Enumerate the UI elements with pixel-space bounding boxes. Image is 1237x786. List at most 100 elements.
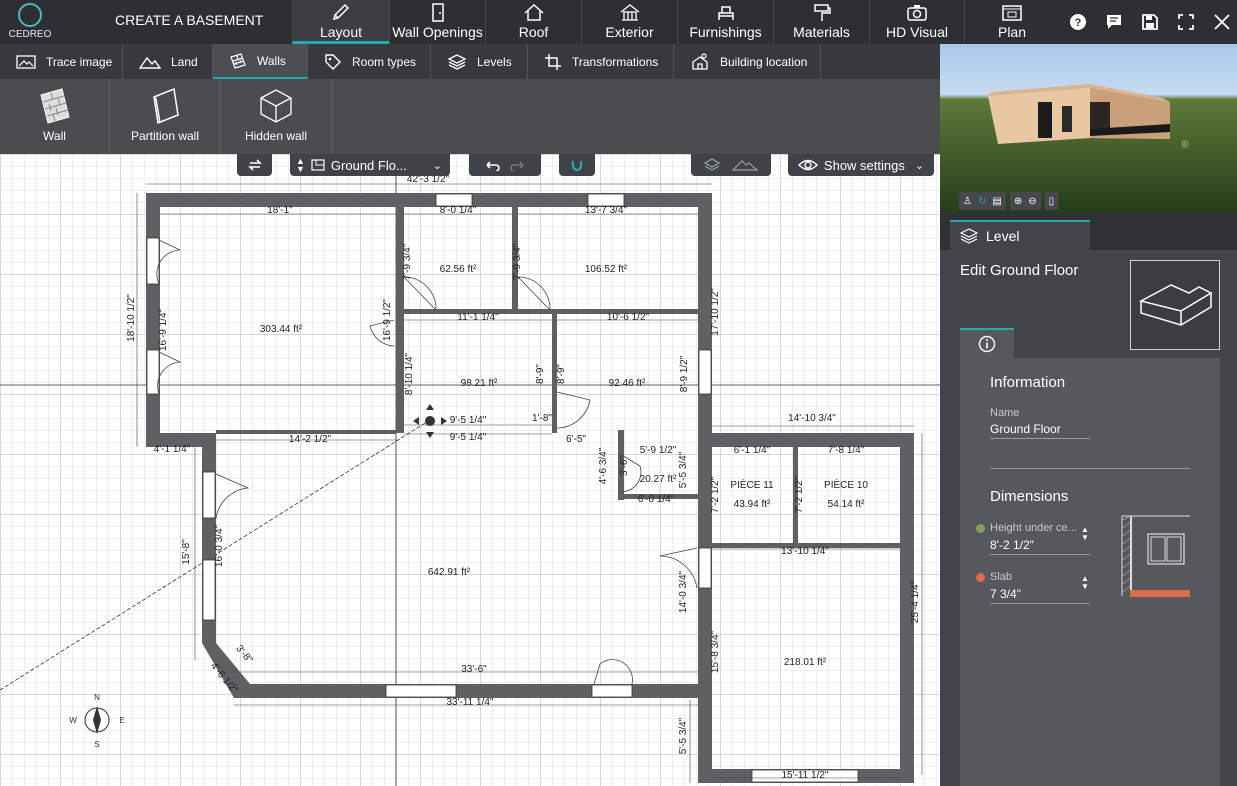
tab-information[interactable]	[960, 328, 1014, 358]
zoom-in-icon[interactable]: ⊕	[1014, 196, 1022, 207]
slab-field[interactable]: 7 3/4"	[990, 587, 1090, 604]
fullscreen-icon[interactable]	[1175, 11, 1197, 33]
subtab-label: Trace image	[46, 54, 113, 69]
floor-plan[interactable]: 42'-3 1/2" 18'-1" 8'-0 1/4" 13'-7 3/4" 1…	[0, 154, 940, 786]
dim-label: 17'-10 1/2"	[710, 288, 721, 336]
dim-label: 8'-9"	[556, 364, 567, 384]
door-swings	[156, 239, 698, 685]
tool-partition-wall[interactable]: Partition wall	[110, 79, 221, 154]
cedreo-logo[interactable]: CEDREO	[8, 3, 52, 43]
subtab-land[interactable]: Land	[123, 44, 213, 79]
house-3d-render	[988, 84, 1189, 148]
divider	[990, 468, 1190, 469]
close-icon[interactable]	[1211, 11, 1233, 33]
compass-icon: N S E W	[69, 693, 124, 749]
dim-label: 10'-6 1/2"	[607, 312, 650, 323]
tool-wall[interactable]: Wall	[0, 79, 110, 154]
subtab-building-location[interactable]: Building location	[674, 44, 821, 79]
tab-layout[interactable]: Layout	[292, 0, 389, 44]
dim-label: 1'-8"	[532, 413, 552, 424]
project-title: CREATE A BASEMENT	[115, 12, 264, 28]
tab-level[interactable]: Level	[950, 220, 1090, 250]
level-properties-panel: Level Edit Ground Floor Information Name…	[940, 212, 1237, 786]
subtab-room-types[interactable]: Room types	[308, 44, 431, 79]
tab-roof[interactable]: Roof	[485, 0, 581, 44]
show-settings-button[interactable]: Show settings ⌄	[788, 154, 934, 176]
save-icon[interactable]	[1139, 11, 1161, 33]
level-shape-icon	[1138, 284, 1213, 327]
roof-icon	[524, 3, 543, 21]
dim-label: 15'-8 3/4"	[710, 630, 721, 673]
level-select[interactable]: ▲ ▼ Ground Flo... ⌄	[290, 154, 450, 176]
tab-materials[interactable]: Materials	[773, 0, 869, 44]
room-name: PIÈCE 10	[824, 478, 868, 491]
level-thumbnail	[1130, 260, 1220, 350]
dim-label: 8'-0 1/4"	[440, 205, 477, 216]
magnet-button[interactable]	[559, 154, 595, 176]
undo-redo-group	[469, 154, 541, 176]
area-label: 218.01 ft²	[784, 657, 827, 668]
dim-label: 3'-6"	[619, 456, 630, 476]
show-settings-label: Show settings	[823, 157, 905, 173]
door-icon	[431, 3, 444, 22]
tab-hd-visual[interactable]: HD Visual	[869, 0, 964, 44]
height-field[interactable]: 8'-2 1/2"	[990, 538, 1090, 555]
top-bar: CEDREO CREATE A BASEMENT Layout Wall Ope…	[0, 0, 1237, 44]
help-icon[interactable]: ?	[1067, 11, 1089, 33]
brick-wall-icon	[39, 88, 70, 124]
mouse-icon[interactable]: ▯	[1049, 196, 1055, 207]
view-mode-group	[691, 154, 771, 176]
plan-canvas[interactable]: 42'-3 1/2" 18'-1" 8'-0 1/4" 13'-7 3/4" 1…	[0, 154, 940, 786]
name-field[interactable]: Ground Floor	[990, 422, 1090, 439]
area-label: 62.56 ft²	[440, 264, 477, 275]
tab-label: Materials	[793, 24, 850, 40]
tab-label: Layout	[319, 24, 363, 40]
area-label: 20.27 ft²	[640, 474, 677, 485]
tool-label: Partition wall	[130, 129, 200, 143]
tool-hidden-wall[interactable]: Hidden wall	[221, 79, 332, 154]
tab-furnishings[interactable]: Furnishings	[677, 0, 773, 44]
preview-zoom-group: ⊕ ⊖	[1009, 192, 1041, 210]
redo-icon[interactable]	[510, 159, 526, 171]
height-label: Height under ce...	[990, 522, 1077, 534]
move-handle-icon[interactable]	[413, 404, 447, 438]
paint-roller-icon	[813, 4, 831, 21]
subtab-levels[interactable]: Levels	[431, 44, 528, 79]
subtab-transformations[interactable]: Transformations	[528, 44, 674, 79]
dim-label: 18'-10 1/2"	[126, 294, 137, 342]
slab-stepper[interactable]: ▲ ▼	[1080, 575, 1090, 591]
level-plan-icon	[311, 159, 325, 171]
3d-preview[interactable]	[940, 44, 1237, 212]
dim-label: 5'-5 3/4"	[678, 717, 689, 754]
dim-label: 14'-10 3/4"	[788, 413, 836, 424]
tab-exterior[interactable]: Exterior	[581, 0, 677, 44]
dim-label: 18'-1"	[267, 205, 293, 216]
area-label: 106.52 ft²	[585, 264, 628, 275]
dim-label: 14'-2 1/2"	[289, 434, 332, 445]
tab-label: Roof	[518, 24, 549, 40]
height-stepper[interactable]: ▲ ▼	[1080, 526, 1090, 542]
swap-button[interactable]	[237, 154, 272, 176]
building-location-icon	[692, 52, 708, 70]
tab-plan[interactable]: Plan	[964, 0, 1059, 44]
comment-icon[interactable]	[1103, 11, 1125, 33]
exterior-icon	[620, 4, 639, 21]
dim-label: 6'-1 1/4"	[734, 445, 771, 456]
subtab-trace-image[interactable]: Trace image	[0, 44, 123, 79]
layers-icon[interactable]	[704, 158, 720, 172]
dim-label: 7'-8 1/4"	[828, 445, 865, 456]
person-icon[interactable]: ♙	[963, 196, 972, 207]
orbit-icon[interactable]: ↻	[978, 196, 986, 207]
tool-label: Wall	[43, 129, 66, 143]
tab-wall-openings[interactable]: Wall Openings	[389, 0, 485, 44]
undo-icon[interactable]	[484, 159, 500, 171]
dim-label: 4'-6 3/4"	[598, 447, 609, 484]
subtab-walls[interactable]: Walls	[213, 44, 308, 79]
plan-view-icon[interactable]: ▤	[992, 196, 1001, 207]
terrain-icon[interactable]	[732, 158, 758, 172]
tab-label: HD Visual	[886, 24, 948, 40]
slab-label: Slab	[990, 571, 1013, 583]
zoom-out-icon[interactable]: ⊖	[1028, 196, 1036, 207]
area-label: 642.91 ft²	[428, 567, 471, 578]
information-heading: Information	[990, 374, 1066, 391]
